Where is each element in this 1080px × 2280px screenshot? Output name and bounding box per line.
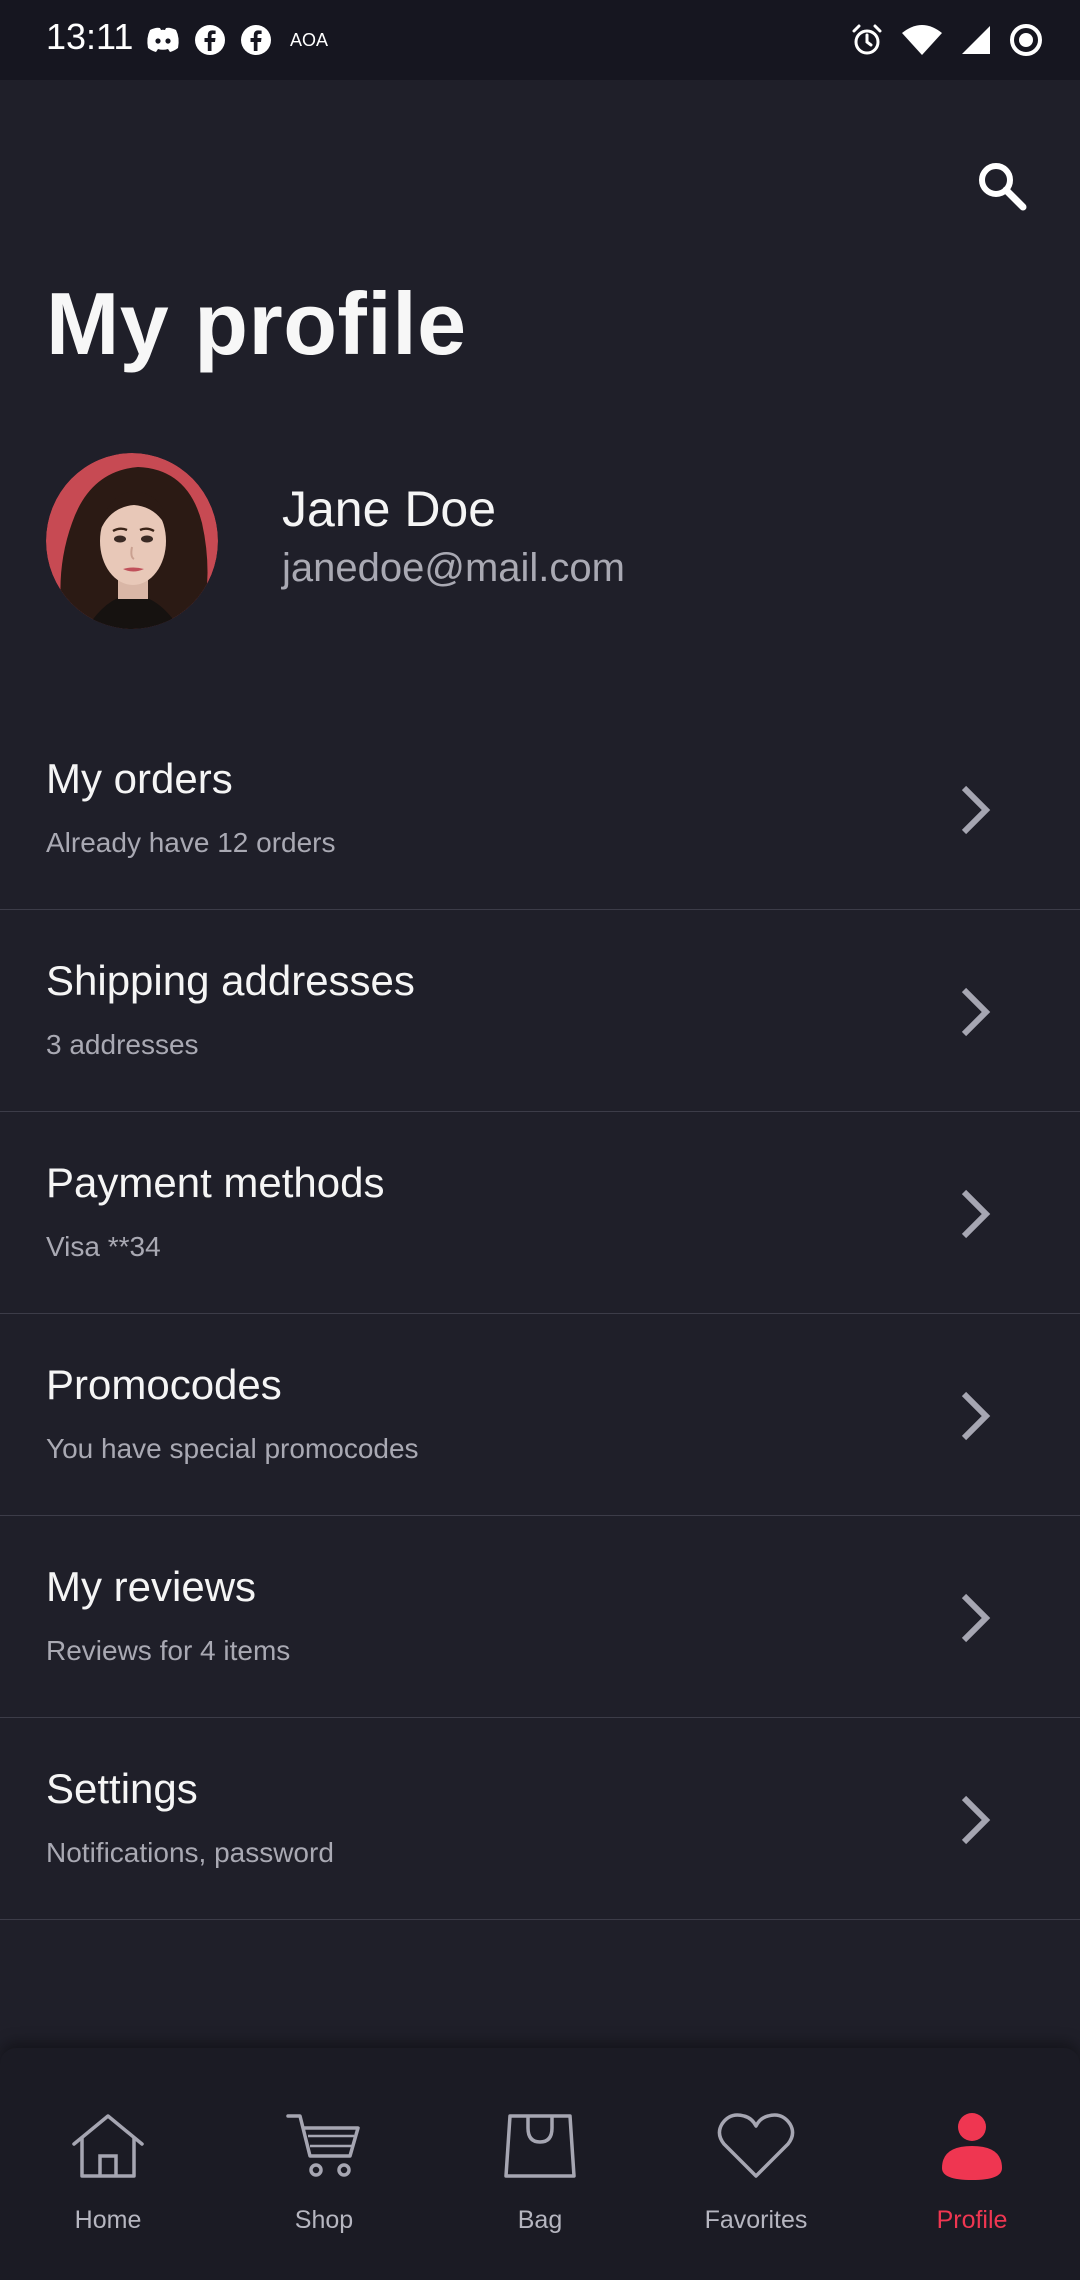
menu-item-subtitle: Reviews for 4 items (46, 1635, 291, 1666)
search-icon (979, 163, 1027, 211)
menu-item-subtitle: You have special promocodes (46, 1433, 419, 1464)
facebook-icon (240, 24, 272, 56)
menu-item-title: Shipping addresses (46, 957, 415, 1004)
menu-item-title: Promocodes (46, 1361, 282, 1408)
menu-item-title: My orders (46, 755, 233, 802)
nav-label: Profile (936, 2206, 1008, 2234)
notification-icons: AOA (146, 20, 328, 60)
nav-item-bag[interactable]: Bag (432, 2048, 648, 2280)
menu-item-promocodes[interactable]: Promocodes You have special promocodes (0, 1314, 1080, 1516)
menu-item-payment-methods[interactable]: Payment methods Visa **34 (0, 1112, 1080, 1314)
profile-menu: My orders Already have 12 orders Shippin… (0, 708, 1080, 1920)
alarm-icon (850, 23, 884, 57)
status-bar: 13:11 AOA (0, 0, 1080, 80)
chevron-right-icon (961, 1391, 991, 1441)
menu-item-shipping-addresses[interactable]: Shipping addresses 3 addresses (0, 910, 1080, 1112)
nav-label: Home (74, 2206, 142, 2234)
chevron-right-icon (961, 987, 991, 1037)
chevron-right-icon (961, 1795, 991, 1845)
facebook-icon (194, 24, 226, 56)
menu-item-my-reviews[interactable]: My reviews Reviews for 4 items (0, 1516, 1080, 1718)
menu-item-title: Payment methods (46, 1159, 385, 1206)
bottom-nav: Home Shop Bag Favorites Profile (0, 2048, 1080, 2280)
record-icon (1008, 22, 1044, 58)
avatar[interactable] (46, 453, 218, 629)
heart-icon (714, 2104, 798, 2188)
profile-email: janedoe@mail.com (282, 546, 625, 590)
nav-label: Shop (294, 2206, 354, 2234)
menu-item-subtitle: 3 addresses (46, 1029, 199, 1060)
chevron-right-icon (961, 1189, 991, 1239)
nav-item-shop[interactable]: Shop (216, 2048, 432, 2280)
nav-item-home[interactable]: Home (0, 2048, 216, 2280)
system-icons (850, 20, 1044, 60)
discord-icon (146, 26, 180, 54)
menu-item-subtitle: Already have 12 orders (46, 827, 336, 858)
search-button[interactable] (964, 148, 1040, 224)
nav-label: Favorites (704, 2206, 808, 2234)
menu-item-subtitle: Visa **34 (46, 1231, 161, 1262)
page-title: My profile (46, 274, 467, 373)
person-icon (930, 2104, 1014, 2188)
chevron-right-icon (961, 1593, 991, 1643)
wifi-icon (900, 23, 944, 57)
profile-name: Jane Doe (282, 481, 497, 537)
status-carrier: AOA (290, 29, 329, 50)
bag-icon (498, 2104, 582, 2188)
menu-item-title: My reviews (46, 1563, 257, 1610)
menu-item-settings[interactable]: Settings Notifications, password (0, 1718, 1080, 1920)
menu-item-subtitle: Notifications, password (46, 1837, 334, 1868)
nav-label: Bag (517, 2206, 563, 2234)
nav-item-profile[interactable]: Profile (864, 2048, 1080, 2280)
signal-icon (960, 24, 992, 56)
status-time: 13:11 (46, 16, 134, 57)
menu-item-title: Settings (46, 1765, 198, 1812)
menu-item-my-orders[interactable]: My orders Already have 12 orders (0, 708, 1080, 910)
home-icon (66, 2104, 150, 2188)
chevron-right-icon (961, 785, 991, 835)
nav-item-favorites[interactable]: Favorites (648, 2048, 864, 2280)
cart-icon (282, 2104, 366, 2188)
